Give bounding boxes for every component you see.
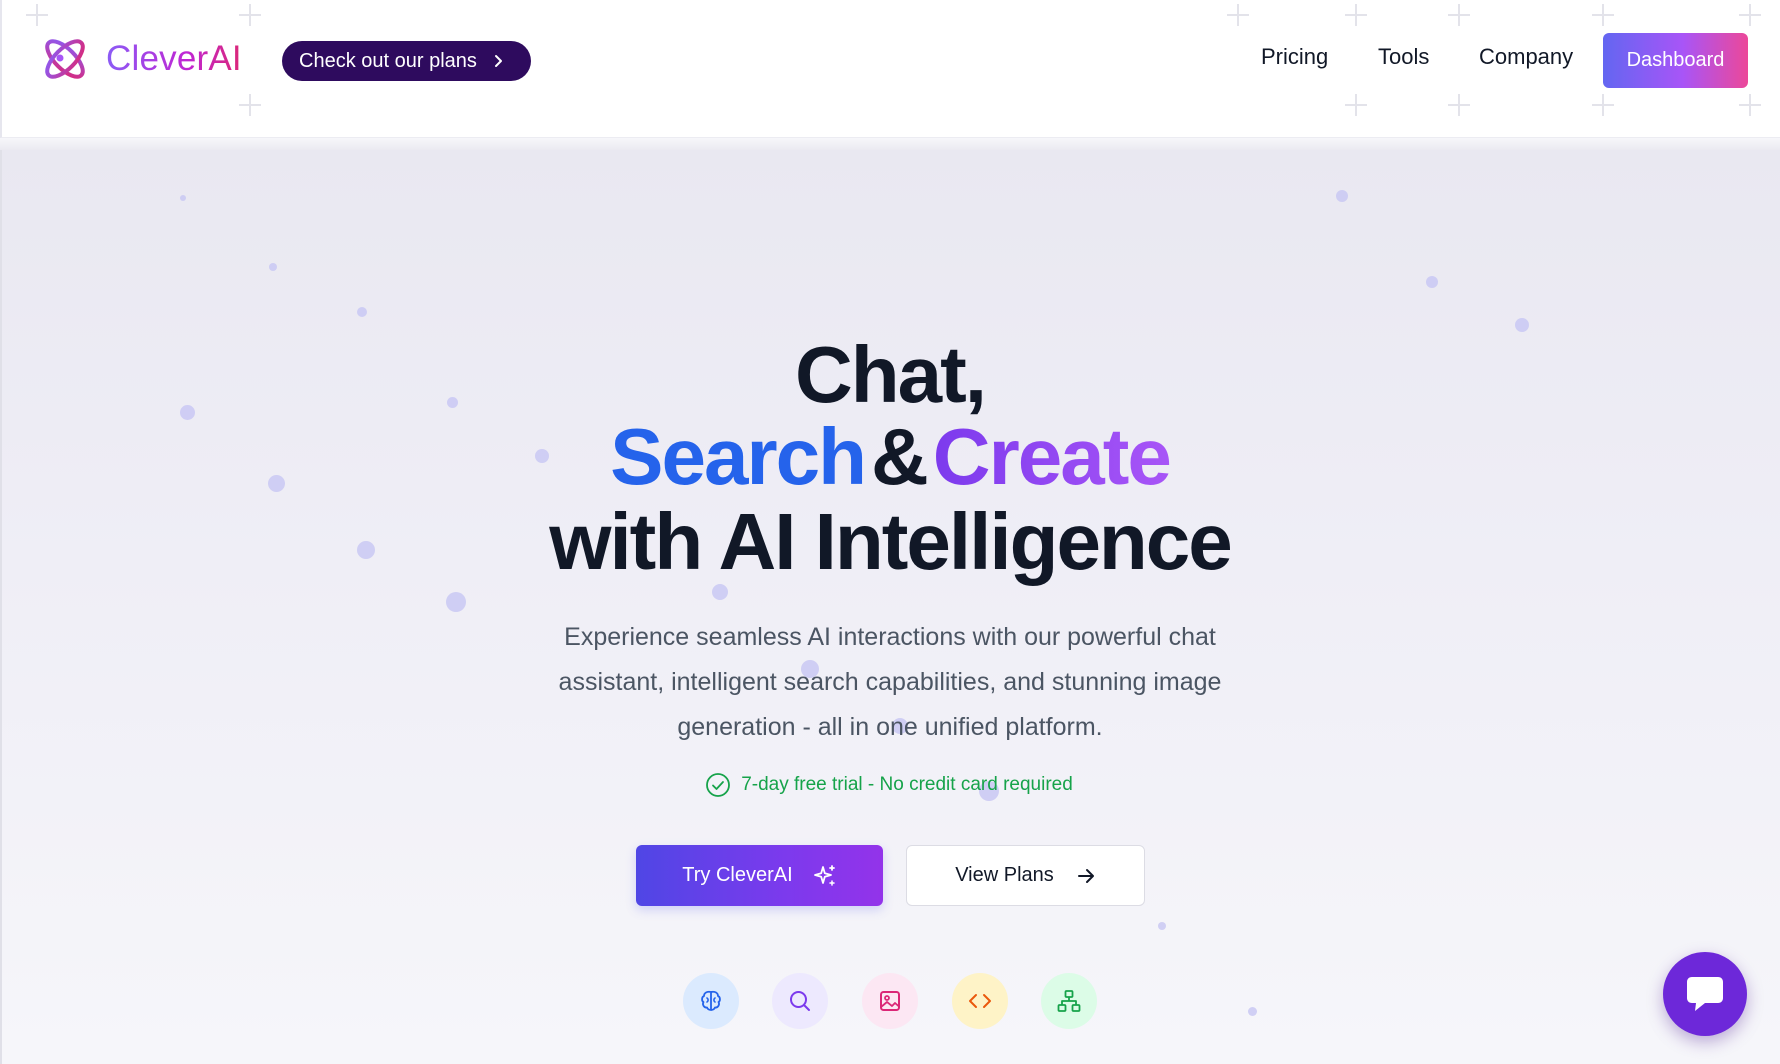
feature-image-button[interactable]: [862, 973, 918, 1029]
decor-dot: [1336, 190, 1348, 202]
hero-title-line-2: Search&Create: [0, 412, 1780, 502]
feature-code-button[interactable]: [952, 973, 1008, 1029]
hero-word-amp: &: [871, 412, 929, 501]
trial-text: 7-day free trial - No credit card requir…: [741, 774, 1073, 795]
top-navbar: CleverAI Check out our plans Pricing Too…: [0, 0, 1780, 138]
brand-logo[interactable]: CleverAI: [38, 32, 242, 86]
decor-dot: [446, 592, 466, 612]
dashboard-button[interactable]: Dashboard: [1603, 33, 1748, 88]
decor-plus-icon: [1345, 94, 1367, 116]
decor-plus-icon: [239, 4, 261, 26]
check-circle-icon: [706, 773, 731, 797]
decor-dot: [180, 195, 186, 201]
try-cleverai-button[interactable]: Try CleverAI: [636, 845, 883, 906]
sparkles-icon: [813, 864, 835, 886]
hero-description: Experience seamless AI interactions with…: [558, 623, 1222, 741]
nav-company-link[interactable]: Company: [1479, 44, 1573, 70]
check-plans-pill-button[interactable]: Check out our plans: [282, 41, 531, 81]
trial-notice: 7-day free trial - No credit card requir…: [0, 772, 1780, 798]
decor-plus-icon: [1448, 4, 1470, 26]
atom-logo-icon: [45, 39, 85, 79]
search-icon: [790, 991, 810, 1011]
image-icon: [880, 991, 900, 1011]
hero-section: [0, 150, 1780, 1064]
code-icon: [969, 994, 991, 1008]
decor-plus-icon: [1739, 4, 1761, 26]
hero-title-line-1: Chat,: [795, 330, 987, 419]
plans-pill-label: Check out our plans: [299, 49, 477, 72]
network-icon: [1057, 990, 1081, 1012]
decor-dot: [1158, 922, 1166, 930]
nav-pricing-link[interactable]: Pricing: [1261, 44, 1328, 70]
decor-plus-icon: [1739, 94, 1761, 116]
brain-icon: [701, 990, 721, 1011]
decor-plus-icon: [1227, 4, 1249, 26]
chevron-right-icon: [494, 55, 502, 67]
try-button-label: Try CleverAI: [682, 864, 793, 886]
chat-widget-button[interactable]: [1663, 952, 1747, 1036]
hero-word-create: Create: [932, 412, 1172, 501]
feature-network-button[interactable]: [1041, 973, 1097, 1029]
view-plans-label: View Plans: [955, 864, 1054, 886]
feature-search-button[interactable]: [772, 973, 828, 1029]
decor-dot: [357, 307, 367, 317]
hero-word-search: Search: [610, 412, 867, 501]
brand-name: CleverAI: [106, 39, 242, 78]
decor-plus-icon: [1345, 4, 1367, 26]
hero-title-line-3: with AI Intelligence: [549, 497, 1233, 586]
page: CleverAI Check out our plans Pricing Too…: [0, 0, 1780, 1064]
nav-tools-link[interactable]: Tools: [1378, 44, 1429, 70]
decor-plus-icon: [1592, 4, 1614, 26]
feature-brain-button[interactable]: [683, 973, 739, 1029]
decor-dot: [269, 263, 277, 271]
view-plans-button[interactable]: View Plans: [906, 845, 1145, 906]
decor-plus-icon: [1592, 94, 1614, 116]
decor-plus-icon: [26, 4, 48, 26]
decor-plus-icon: [239, 94, 261, 116]
decor-dot: [1426, 276, 1438, 288]
chat-bubble-icon: [1687, 977, 1723, 1011]
header-divider: [0, 138, 1780, 150]
decor-dot: [1248, 1007, 1257, 1016]
arrow-right-icon: [1077, 868, 1094, 883]
decor-plus-icon: [1448, 94, 1470, 116]
